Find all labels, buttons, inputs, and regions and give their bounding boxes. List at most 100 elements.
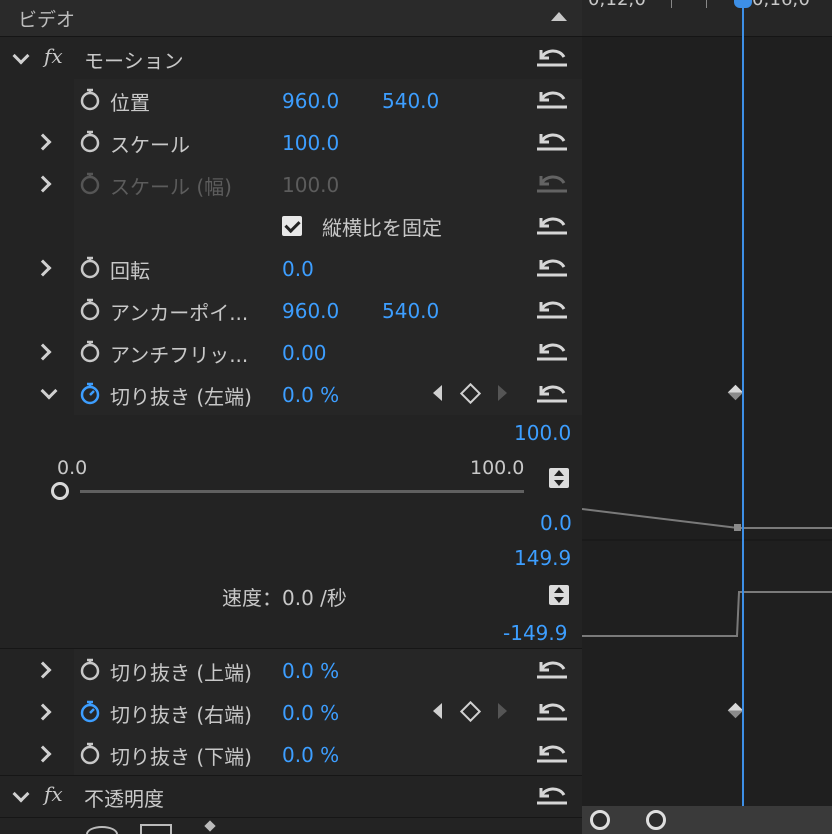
graph-min-value: 0.0 [540,511,572,535]
chevron-right-icon[interactable] [34,259,52,277]
reset-icon[interactable] [535,46,569,68]
stopwatch-icon[interactable] [78,129,102,153]
chevron-right-icon[interactable] [34,343,52,361]
crop-right-row: 切り抜き (右端) 0.0 % [0,691,582,734]
stopwatch-icon[interactable] [78,297,102,321]
next-keyframe-icon[interactable] [498,703,507,719]
timeline-zoom-scrollbar[interactable] [582,806,832,834]
property-label: スケール [110,133,190,157]
uniform-scale-row: 縦横比を固定 [0,205,582,248]
video-section-header[interactable]: ビデオ [0,0,582,37]
crop-left-value[interactable]: 0.0 % [282,383,339,407]
crop-bottom-value[interactable]: 0.0 % [282,743,339,767]
crop-left-row: 切り抜き (左端) 0.0 % [0,373,582,416]
reset-icon[interactable] [535,340,569,362]
velocity-max-value: 149.9 [514,546,572,570]
reset-icon[interactable] [535,88,569,110]
chevron-right-icon[interactable] [34,133,52,151]
position-x-value[interactable]: 960.0 [282,89,339,113]
chevron-down-icon[interactable] [40,382,58,400]
crop-left-slider-handle[interactable] [51,482,69,500]
stopwatch-icon[interactable] [78,255,102,279]
chevron-right-icon[interactable] [34,703,52,721]
pen-mask-icon[interactable] [204,820,216,832]
stopwatch-icon[interactable] [78,741,102,765]
property-label: 切り抜き (左端) [110,385,252,409]
next-keyframe-icon[interactable] [498,385,507,401]
property-label: スケール (幅) [110,175,232,199]
property-label: アンチフリッ... [110,343,249,367]
reset-icon[interactable] [535,658,569,680]
fx-icon[interactable]: fx [44,782,63,806]
scale-value[interactable]: 100.0 [282,131,339,155]
antiflicker-row: アンチフリッ... 0.00 [0,331,582,374]
stopwatch-active-icon[interactable] [78,699,102,723]
slider-min-label: 0.0 [57,457,88,479]
reset-icon [535,172,569,194]
position-y-value[interactable]: 540.0 [382,89,439,113]
opacity-effect-row[interactable]: fx 不透明度 [0,775,582,818]
zoom-handle-left[interactable] [590,810,610,830]
keyframe-timeline[interactable]: 0;12;0 0;16;0 [582,0,832,834]
value-graph-area: 100.0 0.0 100.0 0.0 [0,415,582,542]
velocity-readout: 速度：0.0 /秒 [222,586,347,610]
fx-icon[interactable]: fx [44,44,63,68]
reset-icon[interactable] [535,130,569,152]
antiflicker-value[interactable]: 0.00 [282,341,327,365]
stopwatch-icon [78,171,102,195]
position-row: 位置 960.0 540.0 [0,79,582,122]
crop-right-value[interactable]: 0.0 % [282,701,339,725]
chevron-down-icon[interactable] [12,47,30,65]
rotation-value[interactable]: 0.0 [282,257,314,281]
property-label: 切り抜き (右端) [110,703,252,727]
add-keyframe-icon[interactable] [459,700,482,723]
slider-max-label: 100.0 [470,457,525,479]
chevron-down-icon[interactable] [12,785,30,803]
keyframe-diamond-icon[interactable] [727,384,744,401]
anchor-y-value[interactable]: 540.0 [382,299,439,323]
property-label: 切り抜き (上端) [110,661,252,685]
ruler-tick [671,0,672,8]
zoom-handle-right[interactable] [646,810,666,830]
ellipse-mask-icon[interactable] [86,826,118,834]
crop-bottom-row: 切り抜き (下端) 0.0 % [0,733,582,776]
crop-left-slider-track[interactable] [80,490,524,493]
chevron-right-icon[interactable] [34,661,52,679]
property-label: 回転 [110,259,150,283]
chevron-right-icon[interactable] [34,745,52,763]
keyframe-diamond-icon[interactable] [727,702,744,719]
crop-top-value[interactable]: 0.0 % [282,659,339,683]
reset-icon[interactable] [535,784,569,806]
prev-keyframe-icon[interactable] [433,703,442,719]
rectangle-mask-icon[interactable] [140,824,172,834]
velocity-scale-icon[interactable] [549,585,569,605]
effect-title: 不透明度 [84,787,164,811]
stopwatch-icon[interactable] [78,339,102,363]
reset-icon[interactable] [535,742,569,764]
add-keyframe-icon[interactable] [459,382,482,405]
crop-top-row: 切り抜き (上端) 0.0 % [0,649,582,692]
time-ruler[interactable]: 0;12;0 0;16;0 [582,0,832,37]
property-label: 位置 [110,91,150,115]
stopwatch-active-icon[interactable] [78,381,102,405]
scale-width-row: スケール (幅) 100.0 [0,163,582,206]
reset-icon[interactable] [535,298,569,320]
graph-scale-icon[interactable] [549,468,569,488]
chevron-right-icon[interactable] [34,175,52,193]
playhead-line[interactable] [742,0,744,806]
reset-icon[interactable] [535,256,569,278]
reset-icon[interactable] [535,382,569,404]
ruler-time-label: 0;12;0 [588,0,646,10]
uniform-scale-checkbox[interactable] [282,216,302,236]
velocity-min-value: -149.9 [503,621,568,645]
reset-icon[interactable] [535,214,569,236]
scale-row: スケール 100.0 [0,121,582,164]
triangle-up-icon[interactable] [551,12,567,21]
motion-effect-row[interactable]: fx モーション [0,37,582,80]
stopwatch-icon[interactable] [78,87,102,111]
anchor-x-value[interactable]: 960.0 [282,299,339,323]
scale-width-value: 100.0 [282,173,340,197]
prev-keyframe-icon[interactable] [433,385,442,401]
stopwatch-icon[interactable] [78,657,102,681]
reset-icon[interactable] [535,700,569,722]
